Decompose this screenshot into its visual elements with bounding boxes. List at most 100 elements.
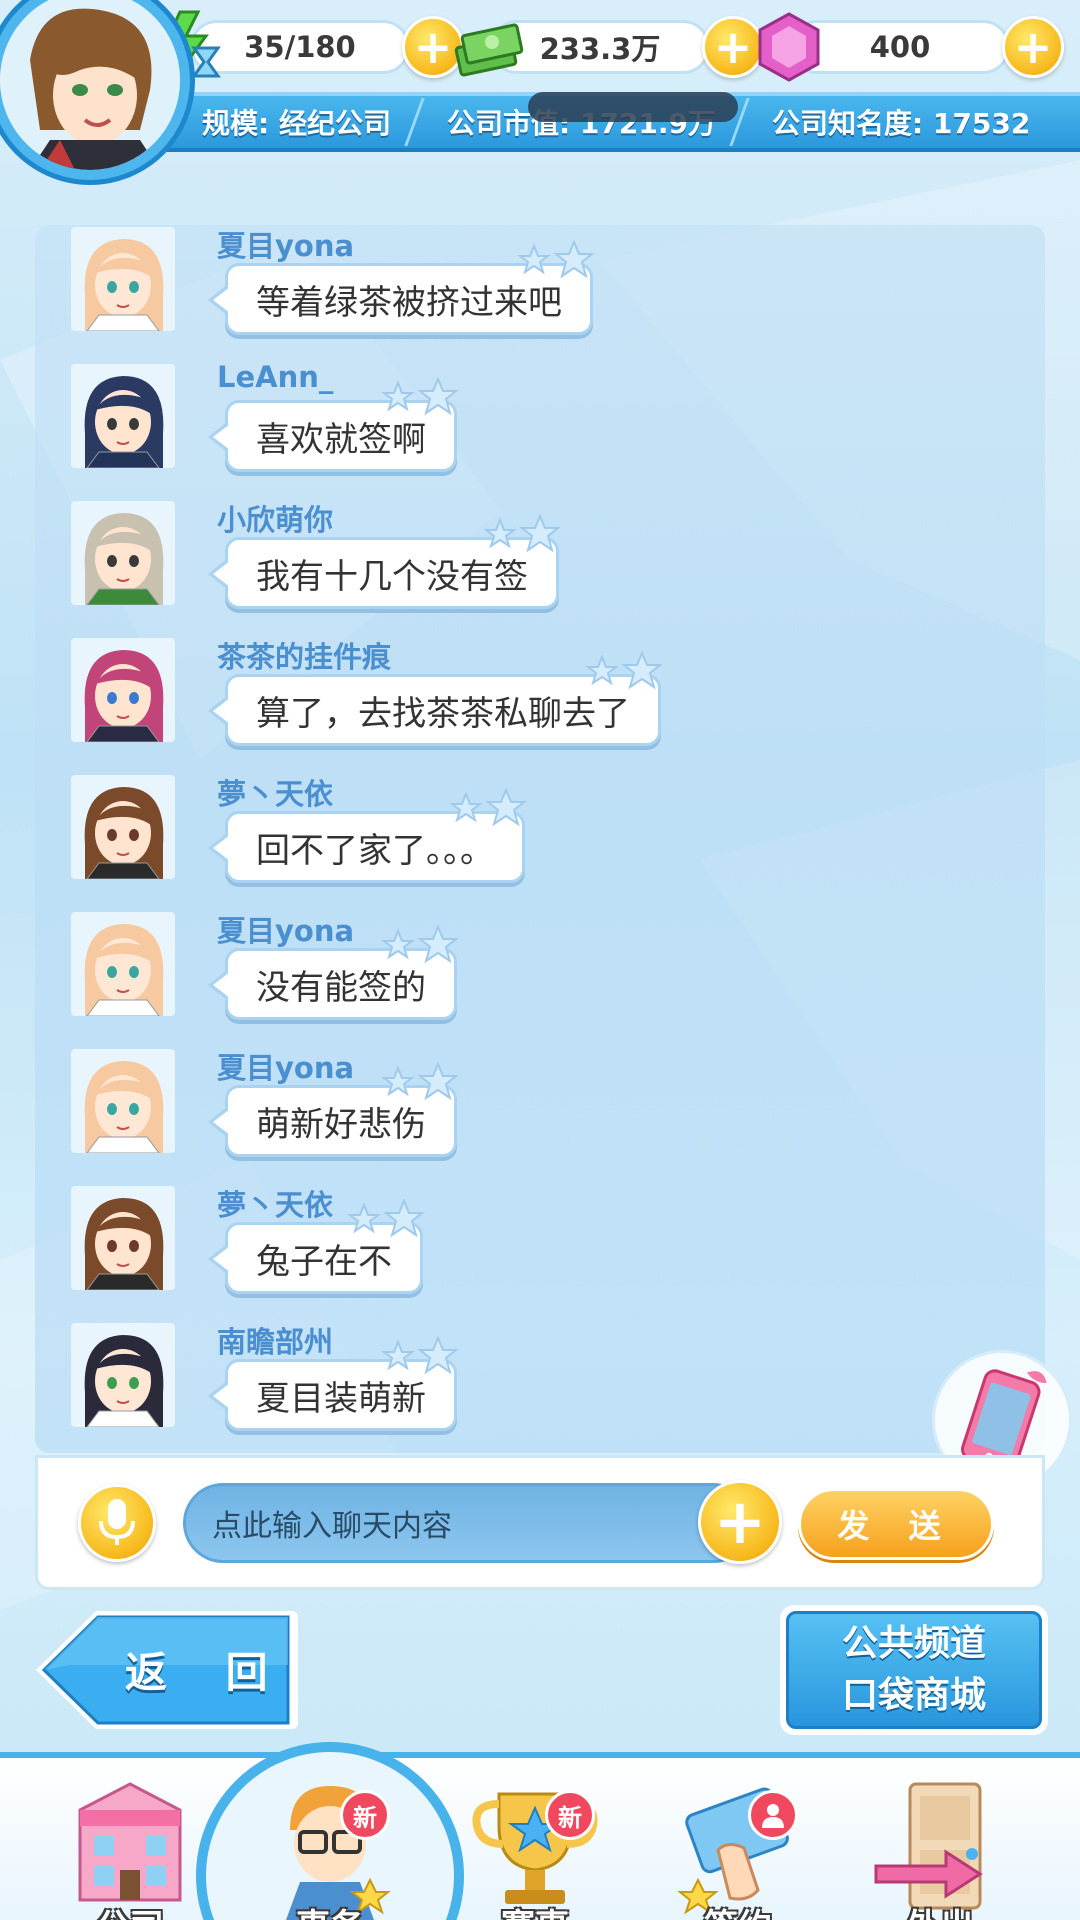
chat-message: 南瞻部州 夏目装萌新 [35, 1323, 1045, 1453]
bubble-stars-icon [517, 240, 595, 279]
bubble-tail-inner [213, 561, 230, 587]
user-avatar[interactable] [71, 501, 175, 605]
nav-outing[interactable]: 外出 [860, 1770, 1020, 1920]
user-avatar[interactable] [71, 638, 175, 742]
voice-input-button[interactable] [78, 1484, 156, 1562]
sender-name[interactable]: 夏目yona [217, 1045, 354, 1087]
bubble-tail-inner [213, 698, 230, 724]
pink-gem-icon [758, 12, 820, 82]
user-avatar[interactable] [71, 227, 175, 331]
chat-message: LeAnn_ 喜欢就签啊 [35, 360, 1045, 500]
player-avatar[interactable] [0, 0, 190, 180]
avatar-portrait-icon [71, 227, 175, 331]
bubble-stars-icon [381, 925, 459, 964]
user-avatar[interactable] [71, 364, 175, 468]
chat-message: 夏目yona 萌新好悲伤 [35, 1049, 1045, 1185]
door-arrow-icon [874, 1782, 983, 1910]
chat-message: 夏目yona 等着绿茶被挤过来吧 [35, 227, 1045, 363]
sender-name[interactable]: 茶茶的挂件痕 [217, 634, 391, 676]
bubble-stars-icon [483, 514, 561, 553]
message-bubble: 算了，去找茶茶私聊去了 [208, 651, 663, 746]
message-bubble: 等着绿茶被挤过来吧 [208, 240, 595, 335]
message-bubble: 夏目装萌新 [208, 1336, 459, 1431]
nav-affairs[interactable]: 新 事务 [250, 1770, 410, 1920]
building-icon [78, 1782, 182, 1902]
chat-message-list[interactable]: 夏目yona 等着绿茶被挤过来吧 LeAnn_ 喜欢就签啊 小欣萌你 我有十几个… [35, 225, 1045, 1453]
user-avatar[interactable] [71, 775, 175, 879]
new-badge: 新 [340, 1790, 390, 1840]
user-avatar[interactable] [71, 912, 175, 1016]
avatar-portrait-icon [71, 638, 175, 742]
sender-name[interactable]: 夏目yona [217, 225, 354, 265]
back-label: 返 回 [125, 1648, 290, 1697]
chat-input-area: 点此输入聊天内容 + 发 送 [35, 1455, 1045, 1590]
divider [404, 98, 434, 146]
message-text: 算了，去找茶茶私聊去了 [256, 693, 630, 734]
resource-row: 35/180 + 233.3万 + 400 + [150, 8, 1080, 88]
nav-outing-label: 外出 [860, 1899, 1020, 1920]
channel-switch-button[interactable]: 公共频道 口袋商城 [780, 1605, 1048, 1735]
chat-message: 茶茶的挂件痕 算了，去找茶茶私聊去了 [35, 638, 1045, 774]
contract-scroll-icon [677, 1787, 789, 1915]
chat-text-input[interactable]: 点此输入聊天内容 [183, 1483, 753, 1563]
avatar-portrait-icon [71, 364, 175, 468]
person-badge-icon [748, 1790, 798, 1840]
avatar-portrait-icon [71, 1049, 175, 1153]
user-avatar[interactable] [71, 1049, 175, 1153]
nav-competition[interactable]: 新 赛事 [455, 1770, 615, 1920]
bubble-tail-inner [213, 287, 230, 313]
chat-message: 夢丶天依 兔子在不 [35, 1186, 1045, 1322]
message-bubble: 我有十几个没有签 [208, 514, 561, 609]
gem-resource: 400 + [750, 8, 1064, 86]
send-button[interactable]: 发 送 [798, 1488, 994, 1560]
emoji-add-button[interactable]: + [698, 1480, 782, 1564]
avatar-portrait-icon [71, 501, 175, 605]
message-bubble: 喜欢就签啊 [208, 377, 459, 472]
avatar-portrait-icon [71, 912, 175, 1016]
sender-name[interactable]: 夏目yona [217, 908, 354, 950]
microphone-icon [99, 1499, 135, 1545]
sender-name[interactable]: 小欣萌你 [217, 497, 333, 539]
cash-stack-icon [454, 23, 524, 77]
avatar-portrait-icon [71, 1186, 175, 1290]
bubble-tail-inner [213, 1383, 230, 1409]
bubble-tail-inner [213, 1109, 230, 1135]
sender-name[interactable]: LeAnn_ [217, 360, 333, 394]
bubble-tail-inner [213, 1246, 230, 1272]
bubble-tail-inner [213, 835, 230, 861]
sender-name[interactable]: 南瞻部州 [217, 1319, 333, 1361]
sender-name[interactable]: 夢丶天依 [217, 1182, 333, 1224]
message-bubble: 萌新好悲伤 [208, 1062, 459, 1157]
user-avatar[interactable] [71, 1323, 175, 1427]
chat-message: 小欣萌你 我有十几个没有签 [35, 501, 1045, 637]
add-gem-button[interactable]: + [1002, 16, 1064, 78]
top-status-bar: 规模: 经纪公司 公司市值: 1721.9万 公司知名度: 17532 35/1… [0, 0, 1080, 180]
sender-name[interactable]: 夢丶天依 [217, 771, 333, 813]
bubble-stars-icon [381, 1062, 459, 1101]
user-avatar[interactable] [71, 1186, 175, 1290]
new-badge: 新 [545, 1790, 595, 1840]
bubble-stars-icon [347, 1199, 425, 1238]
bubble-stars-icon [449, 788, 527, 827]
bubble-tail-inner [213, 972, 230, 998]
nav-company-label: 公司 [50, 1899, 210, 1920]
nav-contract[interactable]: 签约 [658, 1770, 818, 1920]
nav-affairs-label: 事务 [250, 1899, 410, 1920]
notification-pill [528, 92, 738, 122]
nav-company[interactable]: 公司 [50, 1770, 210, 1920]
public-channel-label: 公共频道 [841, 1623, 986, 1664]
message-bubble: 没有能签的 [208, 925, 459, 1020]
nav-competition-label: 赛事 [455, 1899, 615, 1920]
chat-message: 夢丶天依 回不了家了。。。 [35, 775, 1045, 911]
company-scale: 规模: 经纪公司 [202, 107, 391, 140]
energy-resource: 35/180 + [150, 8, 464, 86]
avatar-portrait-icon [71, 1323, 175, 1427]
back-button[interactable]: 返 回 [30, 1605, 300, 1735]
company-fame: 公司知名度: 17532 [771, 107, 1031, 140]
chat-message: 夏目yona 没有能签的 [35, 912, 1045, 1048]
bubble-stars-icon [585, 651, 663, 690]
bubble-tail-inner [213, 424, 230, 450]
channel-button-face: 公共频道 口袋商城 [786, 1611, 1042, 1729]
bubble-stars-icon [381, 1336, 459, 1375]
message-bubble: 回不了家了。。。 [208, 788, 527, 883]
